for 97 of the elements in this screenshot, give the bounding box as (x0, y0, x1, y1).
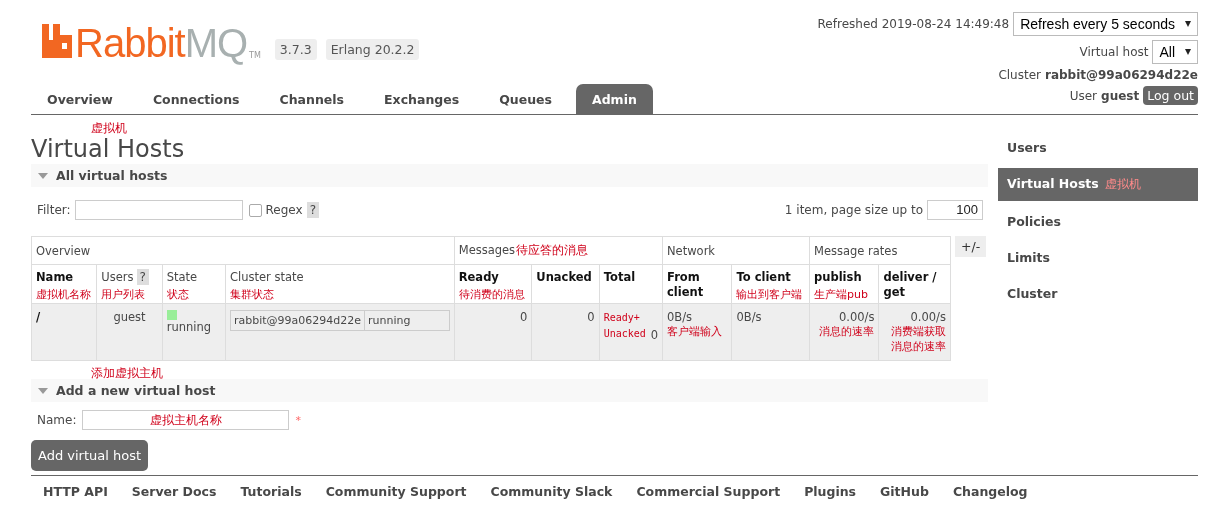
regex-label: Regex (265, 203, 303, 217)
table-cell-text: 0B/s (667, 310, 694, 324)
logout-button[interactable]: Log out (1143, 86, 1198, 105)
footer-link[interactable]: Plugins (804, 484, 857, 499)
user-name: guest (1101, 88, 1140, 103)
column-header[interactable]: Unacked (531, 264, 600, 304)
column-header[interactable]: To client 输出到客户端 (731, 264, 810, 304)
virtual-host-label: Virtual host (1079, 45, 1149, 59)
version-badge: Erlang 20.2.2 (325, 39, 420, 60)
annotation-note: 虚拟机 (91, 120, 128, 134)
refreshed-time: Refreshed 2019-08-24 14:49:48 (817, 17, 1010, 31)
user-label: User (1069, 88, 1098, 103)
columns-toggle-button[interactable]: +/- (955, 236, 987, 257)
footer-link[interactable]: HTTP API (43, 484, 108, 499)
node-name: rabbit@99a06294d22e (231, 311, 366, 330)
group-header: Network (662, 236, 810, 265)
column-header: Users ? 用户列表 (96, 264, 163, 304)
column-header[interactable]: publish 生产端pub (809, 264, 879, 304)
nav-tab[interactable]: Admin (576, 84, 653, 114)
annotation-note: 添加虚拟主机 (91, 365, 164, 379)
column-header[interactable]: Total (599, 264, 663, 304)
help-button[interactable]: ? (306, 202, 319, 218)
table-cell: 0 (650, 328, 658, 342)
required-mark: * (295, 413, 301, 427)
annotation-note: 生产端pub (814, 287, 869, 302)
sidebar-item[interactable]: Limits (998, 242, 1198, 273)
filter-field[interactable] (74, 200, 243, 220)
annotation-note: 输出到客户端 (736, 287, 804, 302)
annotation-note: 待应答的消息 (516, 243, 589, 257)
table-cell-text: 0 (586, 310, 595, 324)
annotation-note: 状态 (166, 287, 190, 302)
annotation-note: Ready+ Unacked (603, 311, 647, 341)
footer-link[interactable]: Commercial Support (636, 484, 781, 499)
column-header[interactable]: Ready 待消费的消息 (454, 264, 532, 304)
table-cell-text: 0.00/s (909, 310, 946, 324)
annotation-note: 虚拟主机名称 (149, 411, 222, 429)
version-badge: 3.7.3 (274, 39, 317, 60)
refresh-select[interactable]: Refresh every 5 seconds (1013, 12, 1198, 36)
section-title: All virtual hosts (56, 168, 168, 183)
sidebar-item[interactable]: Users (998, 132, 1198, 163)
section-header[interactable]: Add a new virtual host (31, 379, 988, 402)
regex-checkbox[interactable] (248, 203, 262, 217)
cluster-label: Cluster (998, 68, 1041, 82)
column-header: State 状态 (162, 264, 226, 304)
logo-wordmark: RabbitMQ (75, 20, 248, 66)
group-header: Overview (31, 236, 455, 265)
name-label: Name: (37, 413, 77, 427)
footer-link[interactable]: Changelog (952, 484, 1028, 499)
annotation-note: 用户列表 (101, 287, 147, 302)
nav-tab[interactable]: Exchanges (368, 84, 476, 114)
annotation-note: 虚拟机 (1104, 177, 1141, 191)
table-cell-text: 0.00/s (837, 310, 875, 324)
column-header[interactable]: deliver / get (878, 264, 951, 304)
footer-link[interactable]: Server Docs (131, 484, 217, 499)
page-title: Virtual Hosts (31, 134, 186, 164)
footer-link[interactable]: Community Slack (490, 484, 613, 499)
name-field[interactable]: 虚拟主机名称 (82, 410, 290, 430)
section-header[interactable]: All virtual hosts (31, 164, 988, 187)
footer-link[interactable]: GitHub (880, 484, 929, 499)
annotation-note: 待消费的消息 (458, 287, 526, 302)
group-header: Message rates (809, 236, 951, 265)
annotation-note: 消息的速率 (818, 324, 875, 339)
sidebar-item[interactable]: Virtual Hosts 虚拟机 (998, 168, 1198, 201)
annotation-note: 消费端获取消息的速率 (890, 324, 946, 354)
page-size-field[interactable]: 100 (927, 200, 983, 220)
column-header[interactable]: Name 虚拟机名称 (31, 264, 97, 304)
column-header[interactable]: From client (662, 264, 732, 304)
table-cell-text: 0B/s (736, 310, 763, 324)
annotation-note: 虚拟机名称 (36, 287, 92, 302)
state-text: running (166, 320, 213, 334)
dropdown-caret-icon (1185, 49, 1191, 55)
virtual-host-select[interactable]: All (1152, 40, 1198, 64)
annotation-note: 集群状态 (230, 287, 275, 302)
footer-link[interactable]: Tutorials (240, 484, 302, 499)
nav-tab[interactable]: Channels (263, 84, 361, 114)
filter-label: Filter: (37, 203, 71, 217)
paging-text: 1 item, page size up to (784, 203, 923, 217)
node-state: running (367, 313, 412, 329)
table-cell-text: 0 (519, 310, 528, 324)
table-cell[interactable]: / (31, 303, 97, 361)
nav-tab[interactable]: Overview (31, 84, 129, 114)
group-header: Messages待应答的消息 (454, 236, 663, 265)
add-virtual-host-button[interactable]: Add virtual host (31, 440, 149, 471)
annotation-note: 客户端输入 (667, 324, 723, 339)
section-title: Add a new virtual host (56, 383, 216, 398)
sidebar-item[interactable]: Cluster (998, 278, 1198, 309)
sidebar-item[interactable]: Policies (998, 206, 1198, 237)
footer-link[interactable]: Community Support (325, 484, 467, 499)
help-button[interactable]: ? (136, 269, 149, 285)
cluster-name: rabbit@99a06294d22e (1044, 68, 1198, 82)
trademark-mark: TM (249, 51, 261, 60)
table-cell: guest (96, 303, 163, 361)
dropdown-caret-icon (1185, 21, 1191, 27)
rabbit-logo-icon (42, 24, 72, 58)
nav-tab[interactable]: Queues (483, 84, 568, 114)
nav-tab[interactable]: Connections (136, 84, 256, 114)
column-header: Cluster state 集群状态 (225, 264, 455, 304)
